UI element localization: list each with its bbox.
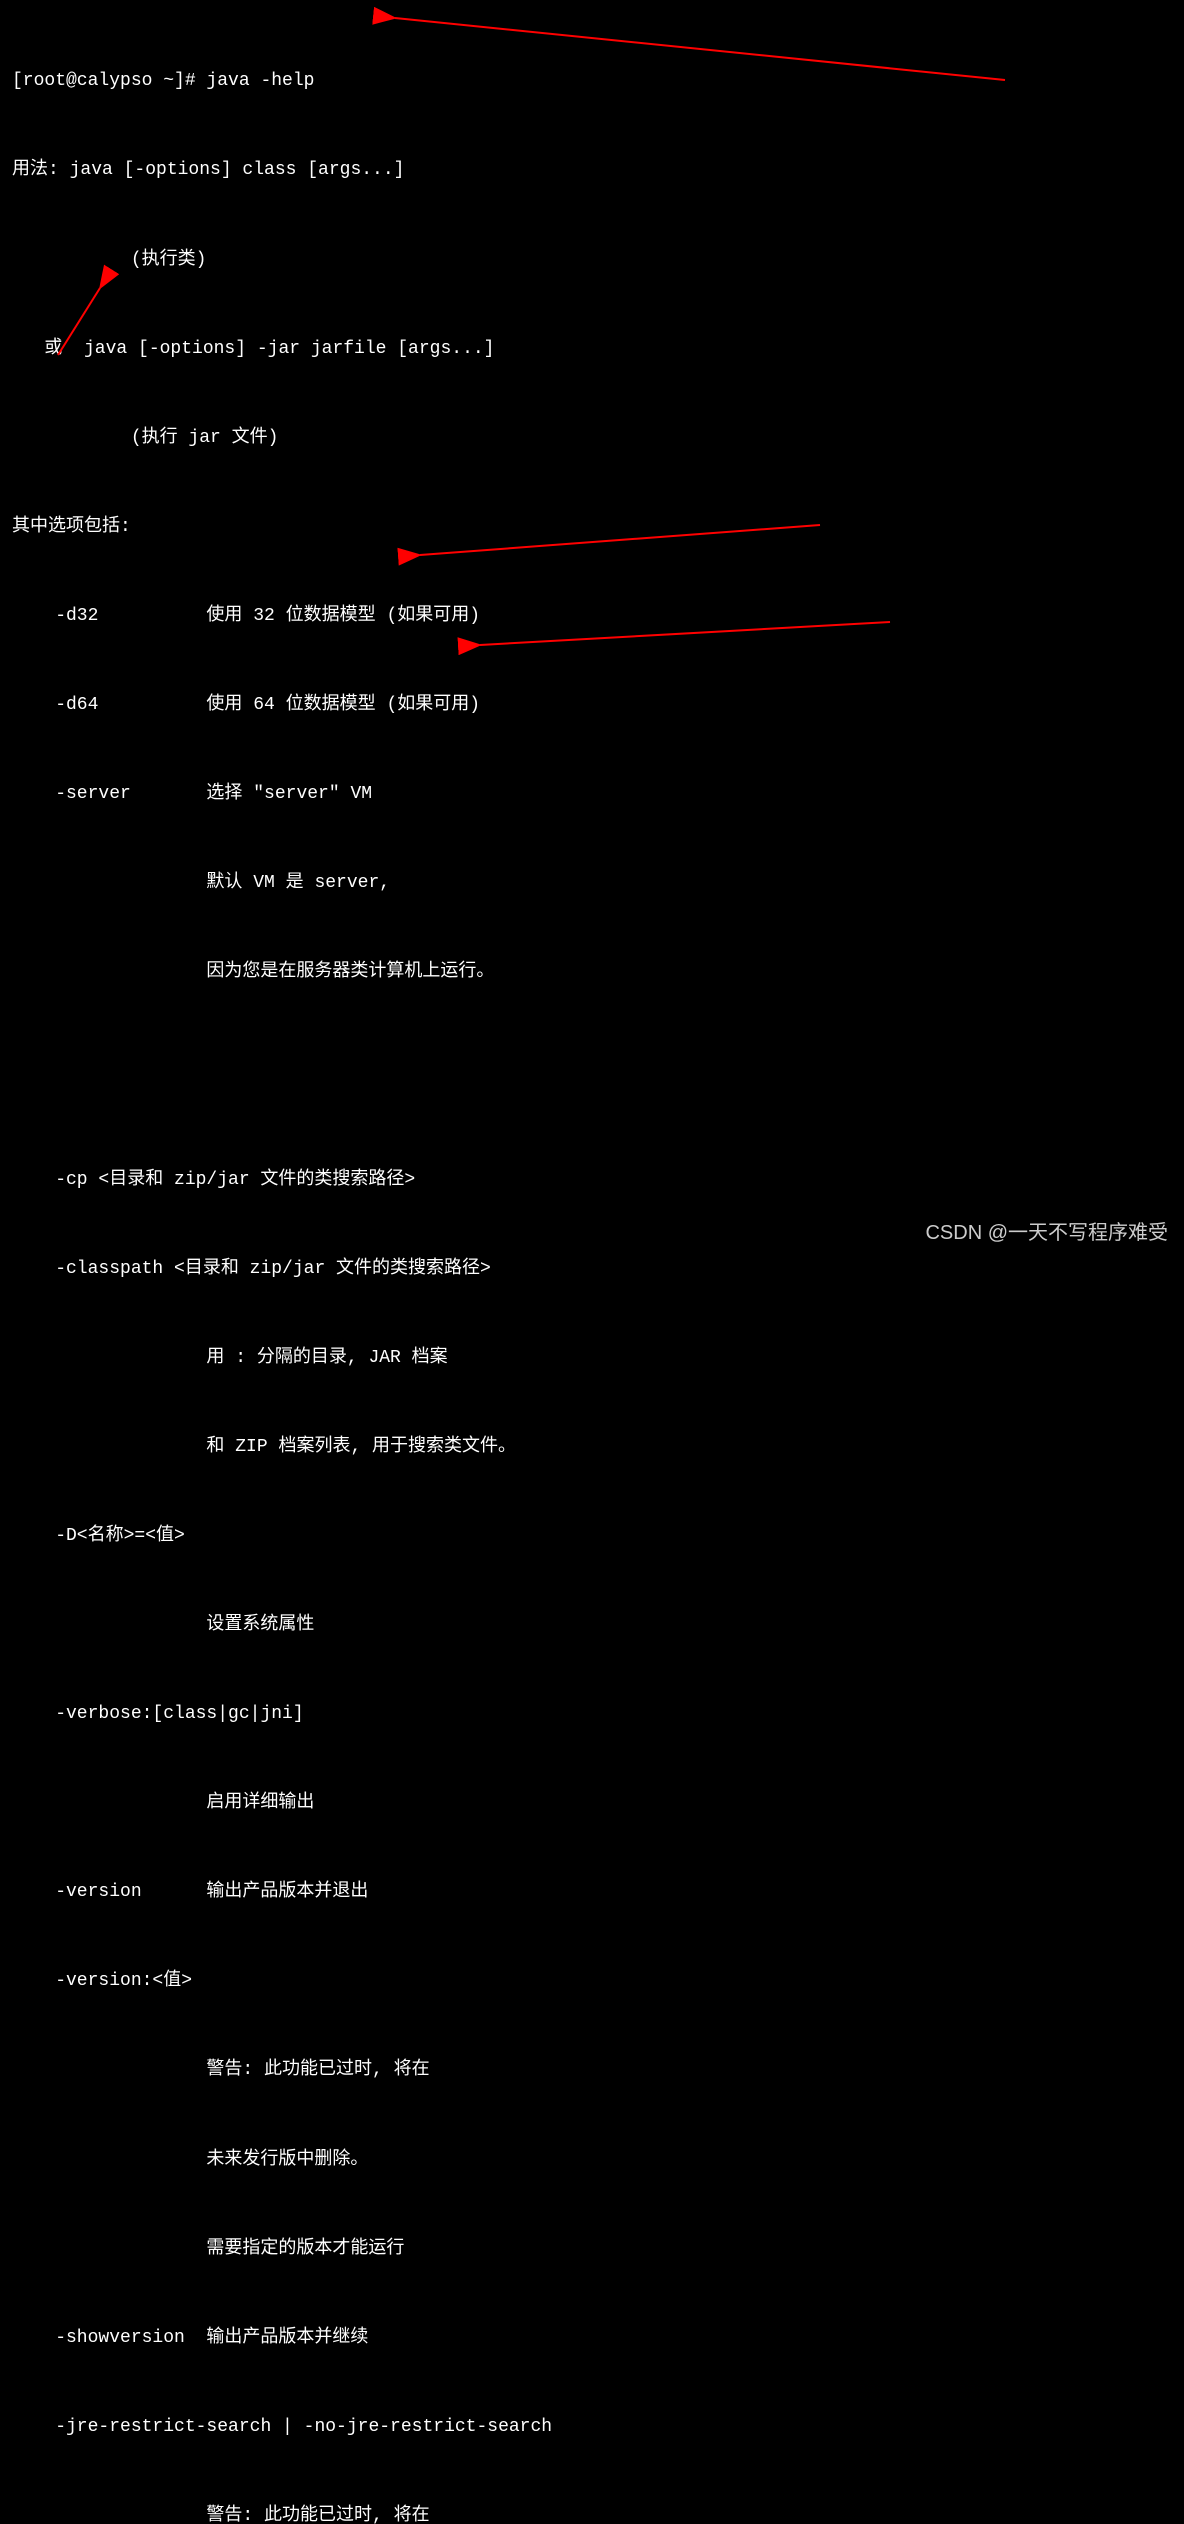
terminal-line: 未来发行版中删除。 xyxy=(12,2146,1172,2176)
terminal-line: (执行 jar 文件) xyxy=(12,424,1172,454)
terminal-line: 或 java [-options] -jar jarfile [args...] xyxy=(12,335,1172,365)
terminal-line: -d64 使用 64 位数据模型 (如果可用) xyxy=(12,691,1172,721)
terminal-output: [root@calypso ~]# java -help 用法: java [-… xyxy=(12,8,1172,2524)
terminal-line: 和 ZIP 档案列表, 用于搜索类文件。 xyxy=(12,1433,1172,1463)
terminal-line: -cp <目录和 zip/jar 文件的类搜索路径> xyxy=(12,1166,1172,1196)
terminal-line: 其中选项包括: xyxy=(12,513,1172,543)
terminal-line: 设置系统属性 xyxy=(12,1611,1172,1641)
terminal-line: 用 : 分隔的目录, JAR 档案 xyxy=(12,1344,1172,1374)
terminal-line: -version 输出产品版本并退出 xyxy=(12,1878,1172,1908)
terminal-line: 用法: java [-options] class [args...] xyxy=(12,156,1172,186)
terminal-line: -classpath <目录和 zip/jar 文件的类搜索路径> xyxy=(12,1255,1172,1285)
terminal-line: -d32 使用 32 位数据模型 (如果可用) xyxy=(12,602,1172,632)
terminal-line: 警告: 此功能已过时, 将在 xyxy=(12,2056,1172,2086)
terminal-line: 警告: 此功能已过时, 将在 xyxy=(12,2502,1172,2524)
terminal-line: -D<名称>=<值> xyxy=(12,1522,1172,1552)
terminal-line: -jre-restrict-search | -no-jre-restrict-… xyxy=(12,2413,1172,2443)
terminal-line: 启用详细输出 xyxy=(12,1789,1172,1819)
terminal-line: -version:<值> xyxy=(12,1967,1172,1997)
terminal-line: -verbose:[class|gc|jni] xyxy=(12,1700,1172,1730)
watermark-text: CSDN @一天不写程序难受 xyxy=(925,1217,1168,1250)
terminal-line: -server 选择 "server" VM xyxy=(12,780,1172,810)
terminal-line: 默认 VM 是 server, xyxy=(12,869,1172,899)
terminal-line: 需要指定的版本才能运行 xyxy=(12,2235,1172,2265)
terminal-line: -showversion 输出产品版本并继续 xyxy=(12,2324,1172,2354)
terminal-line: [root@calypso ~]# java -help xyxy=(12,67,1172,97)
terminal-line: (执行类) xyxy=(12,246,1172,276)
terminal-line: 因为您是在服务器类计算机上运行。 xyxy=(12,958,1172,988)
